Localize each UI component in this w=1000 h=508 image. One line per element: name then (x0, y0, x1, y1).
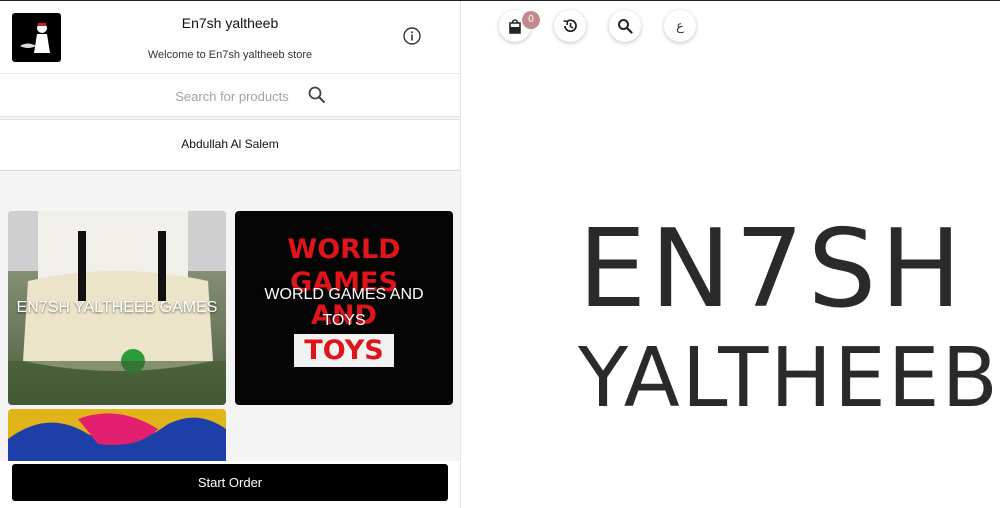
category-card-third[interactable] (8, 409, 226, 461)
cart-count-badge: 0 (522, 11, 540, 29)
artwork-word: TOYS (294, 334, 394, 367)
brand-title-line2: YALTHEEB (578, 331, 1000, 426)
category-grid: EN7SH YALTHEEB GAMES WORLD GAMES AND TOY… (0, 171, 460, 461)
store-welcome-text: Welcome to En7sh yaltheeb store (147, 49, 313, 61)
shopping-bag-icon (509, 19, 521, 34)
category-card-en7sh-games[interactable]: EN7SH YALTHEEB GAMES (8, 211, 226, 405)
info-icon[interactable] (402, 26, 422, 46)
category-image (8, 413, 226, 461)
category-label: WORLD GAMES AND TOYS (264, 286, 424, 329)
history-icon (563, 19, 577, 33)
brand-title-line1: EN7SH (578, 207, 966, 332)
category-card-world-games[interactable]: WORLD GAMES AND TOYS WORLD GAMES AND TOY… (235, 211, 453, 405)
store-header: En7sh yaltheeb Welcome to En7sh yaltheeb… (0, 1, 460, 74)
start-order-button[interactable]: Start Order (12, 464, 448, 501)
artwork-word: WORLD (287, 234, 401, 265)
search-button[interactable] (609, 10, 641, 42)
search-icon[interactable] (307, 85, 327, 105)
search-input[interactable] (0, 82, 460, 110)
search-icon (618, 19, 633, 34)
store-panel: En7sh yaltheeb Welcome to En7sh yaltheeb… (0, 1, 461, 508)
order-history-button[interactable] (554, 10, 586, 42)
branch-selector[interactable]: Abdullah Al Salem (0, 119, 460, 171)
language-toggle-button[interactable]: ع (664, 10, 696, 42)
language-label: ع (676, 18, 684, 33)
store-name: En7sh yaltheeb (181, 15, 279, 31)
category-label: EN7SH YALTHEEB GAMES (16, 299, 218, 316)
product-search-bar (0, 74, 460, 117)
branch-name: Abdullah Al Salem (181, 137, 279, 151)
